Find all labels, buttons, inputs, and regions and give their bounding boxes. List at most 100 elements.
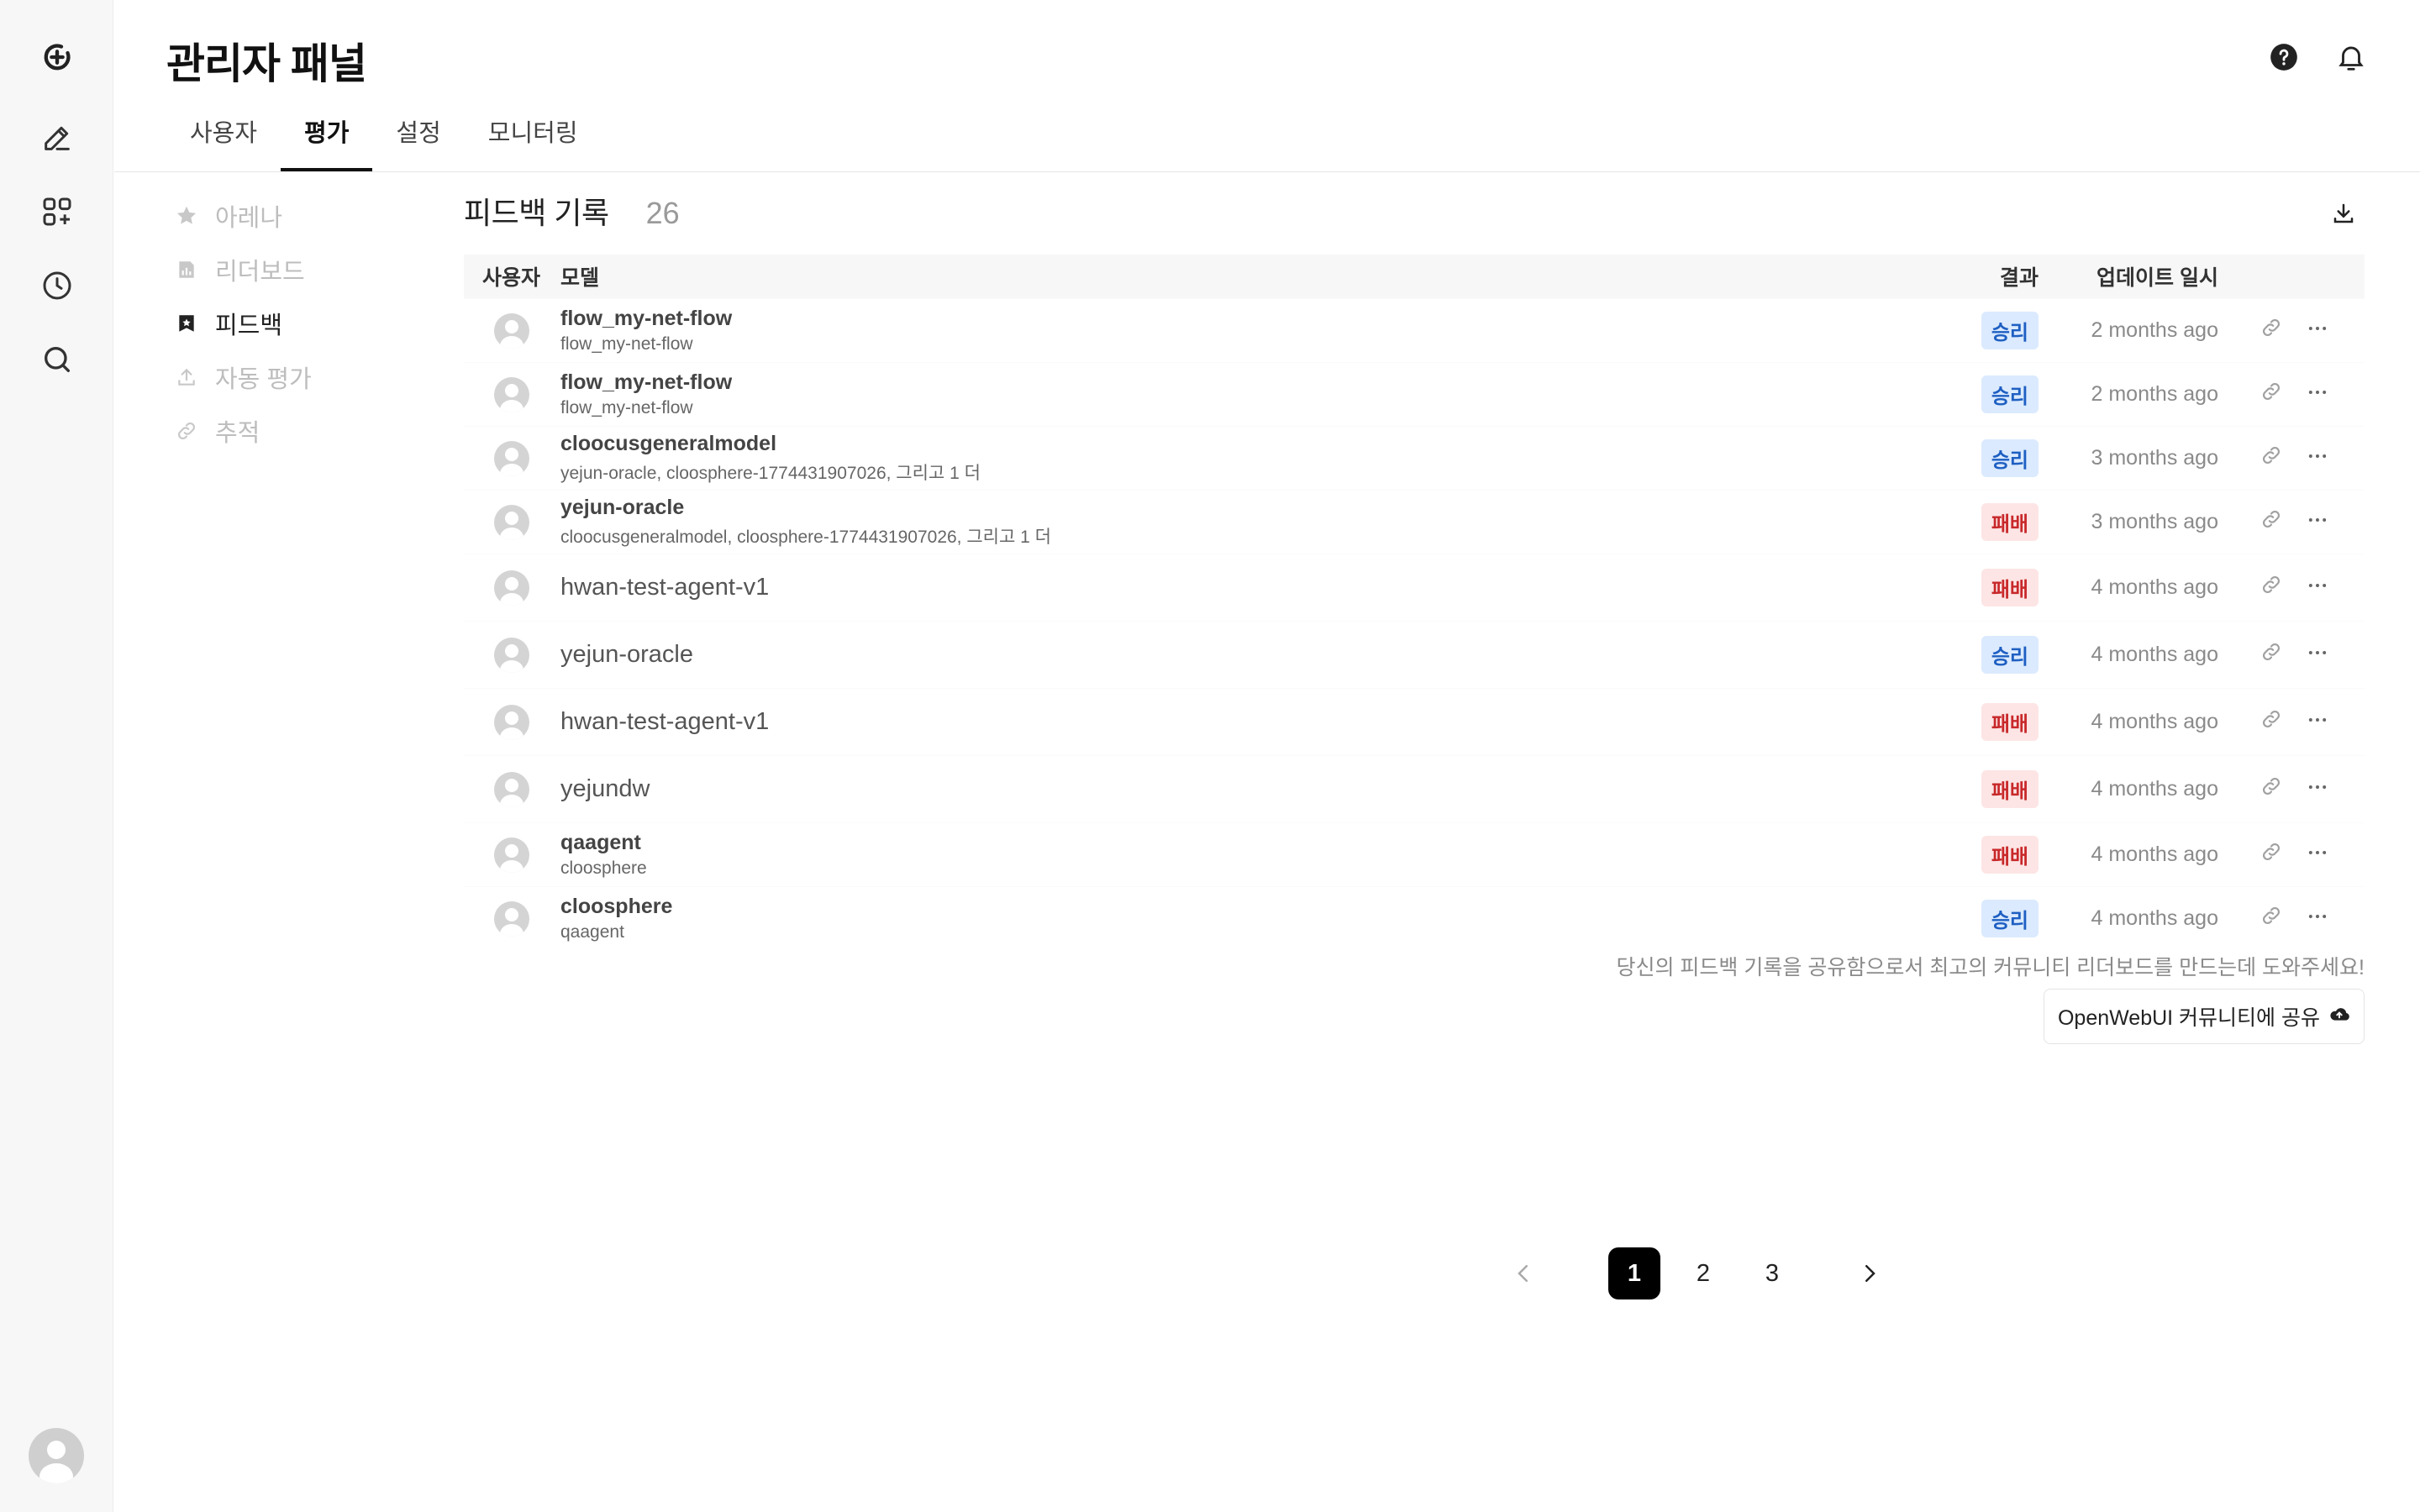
col-result[interactable]: 결과 [1886, 261, 2054, 291]
model-name: qaagent [560, 831, 641, 854]
next-page-icon[interactable] [1844, 1247, 1896, 1299]
bell-icon[interactable] [2333, 39, 2370, 76]
link-icon[interactable] [2260, 381, 2282, 408]
link-icon[interactable] [2260, 317, 2282, 344]
page-button[interactable]: 2 [1677, 1247, 1729, 1299]
download-icon[interactable] [2331, 201, 2358, 228]
workspace-icon[interactable] [37, 192, 77, 232]
col-model[interactable]: 모델 [559, 261, 1886, 291]
link-icon[interactable] [2260, 905, 2282, 932]
model-name: flow_my-net-flow [560, 370, 733, 394]
user-avatar [493, 504, 529, 540]
page-title: 관리자 패널 [166, 40, 367, 87]
updated-at: 4 months ago [2091, 710, 2219, 733]
link-icon[interactable] [2260, 508, 2282, 536]
star-icon [173, 202, 200, 229]
search-icon[interactable] [37, 339, 77, 380]
subnav-item-label: 아레나 [215, 205, 283, 232]
subnav-item-auto-eval[interactable]: 자동 평가 [173, 350, 442, 404]
more-options-icon[interactable] [2306, 905, 2329, 932]
table-row[interactable]: hwan-test-agent-v1 패배 4 months ago [464, 554, 2365, 621]
more-options-icon[interactable] [2306, 508, 2329, 536]
subnav-item-feedback[interactable]: 피드백 [173, 297, 442, 350]
model-sub: flow_my-net-flow [560, 398, 693, 417]
prev-page-icon[interactable] [1497, 1247, 1549, 1299]
updated-at: 2 months ago [2091, 382, 2219, 406]
model-sub: cloosphere [560, 858, 647, 878]
page-button[interactable]: 3 [1746, 1247, 1798, 1299]
updated-at: 4 months ago [2091, 643, 2219, 666]
link-icon[interactable] [2260, 708, 2282, 736]
model-name: yejun-oracle [560, 496, 685, 519]
link-icon[interactable] [2260, 444, 2282, 472]
table-row[interactable]: cloosphere qaagent 승리 4 months ago [464, 886, 2365, 950]
result-badge: 패배 [1981, 703, 2039, 741]
more-options-icon[interactable] [2306, 317, 2329, 344]
updated-at: 4 months ago [2091, 575, 2219, 599]
more-options-icon[interactable] [2306, 775, 2329, 803]
user-avatar [493, 837, 529, 873]
share-community-button[interactable]: OpenWebUI 커뮤니티에 공유 [2043, 989, 2365, 1044]
col-user[interactable]: 사용자 [464, 261, 559, 291]
table-row[interactable]: qaagent cloosphere 패배 4 months ago [464, 822, 2365, 886]
updated-at: 4 months ago [2091, 843, 2219, 866]
result-badge: 승리 [1981, 312, 2039, 349]
model-name: yejundw [560, 775, 650, 802]
user-avatar [493, 440, 529, 476]
more-options-icon[interactable] [2306, 641, 2329, 669]
sidebar-rail [0, 0, 113, 1512]
user-avatar [493, 570, 529, 606]
subnav-item-leaderboard[interactable]: 리더보드 [173, 243, 442, 297]
feedback-count: 26 [645, 196, 680, 230]
table-header: 사용자 모델 결과 업데이트 일시 [464, 255, 2365, 298]
tab-monitoring[interactable]: 모니터링 [465, 116, 602, 171]
table-row[interactable]: cloocusgeneralmodel yejun-oracle, cloosp… [464, 426, 2365, 490]
updated-at: 4 months ago [2091, 906, 2219, 930]
model-name: cloocusgeneralmodel [560, 432, 777, 455]
page-button[interactable]: 1 [1608, 1247, 1660, 1299]
tab-evaluation[interactable]: 평가 [281, 116, 373, 171]
table-row[interactable]: hwan-test-agent-v1 패배 4 months ago [464, 688, 2365, 755]
link-icon[interactable] [2260, 841, 2282, 869]
col-updated[interactable]: 업데이트 일시 [2054, 261, 2222, 291]
table-row[interactable]: flow_my-net-flow flow_my-net-flow 승리 2 m… [464, 298, 2365, 362]
cloud-upload-icon [2328, 1003, 2350, 1031]
evaluation-subnav: 아레나 리더보드 피드백 자동 평가 추적 [173, 189, 442, 458]
result-badge: 패배 [1981, 503, 2039, 541]
new-chat-icon[interactable] [37, 118, 77, 158]
help-icon[interactable] [2265, 39, 2302, 76]
table-row[interactable]: yejun-oracle 승리 4 months ago [464, 621, 2365, 688]
result-badge: 패배 [1981, 836, 2039, 874]
more-options-icon[interactable] [2306, 841, 2329, 869]
logo-icon[interactable] [37, 37, 77, 77]
user-avatar [493, 312, 529, 349]
table-body: flow_my-net-flow flow_my-net-flow 승리 2 m… [464, 298, 2365, 950]
model-sub: yejun-oracle, cloosphere-1774431907026, … [560, 464, 981, 483]
model-name: hwan-test-agent-v1 [560, 708, 770, 735]
upload-icon [173, 364, 200, 391]
updated-at: 3 months ago [2091, 510, 2219, 533]
link-icon[interactable] [2260, 574, 2282, 601]
subnav-item-tracing[interactable]: 추적 [173, 404, 442, 458]
table-row[interactable]: yejun-oracle cloocusgeneralmodel, cloosp… [464, 490, 2365, 554]
table-row[interactable]: flow_my-net-flow flow_my-net-flow 승리 2 m… [464, 362, 2365, 426]
feedback-icon [173, 310, 200, 337]
table-row[interactable]: yejundw 패배 4 months ago [464, 755, 2365, 822]
user-avatar [493, 771, 529, 807]
tab-users[interactable]: 사용자 [166, 116, 281, 171]
share-button-label: OpenWebUI 커뮤니티에 공유 [2057, 1006, 2320, 1030]
result-badge: 패배 [1981, 770, 2039, 808]
more-options-icon[interactable] [2306, 381, 2329, 408]
history-icon[interactable] [37, 265, 77, 306]
subnav-item-arena[interactable]: 아레나 [173, 189, 442, 243]
link-icon[interactable] [2260, 775, 2282, 803]
model-sub: flow_my-net-flow [560, 334, 693, 354]
more-options-icon[interactable] [2306, 574, 2329, 601]
more-options-icon[interactable] [2306, 444, 2329, 472]
admin-tabs: 사용자 평가 설정 모니터링 [166, 116, 602, 171]
user-avatar[interactable] [29, 1428, 84, 1483]
tab-settings[interactable]: 설정 [372, 116, 464, 171]
link-icon[interactable] [2260, 641, 2282, 669]
more-options-icon[interactable] [2306, 708, 2329, 736]
tab-divider [114, 171, 2420, 172]
